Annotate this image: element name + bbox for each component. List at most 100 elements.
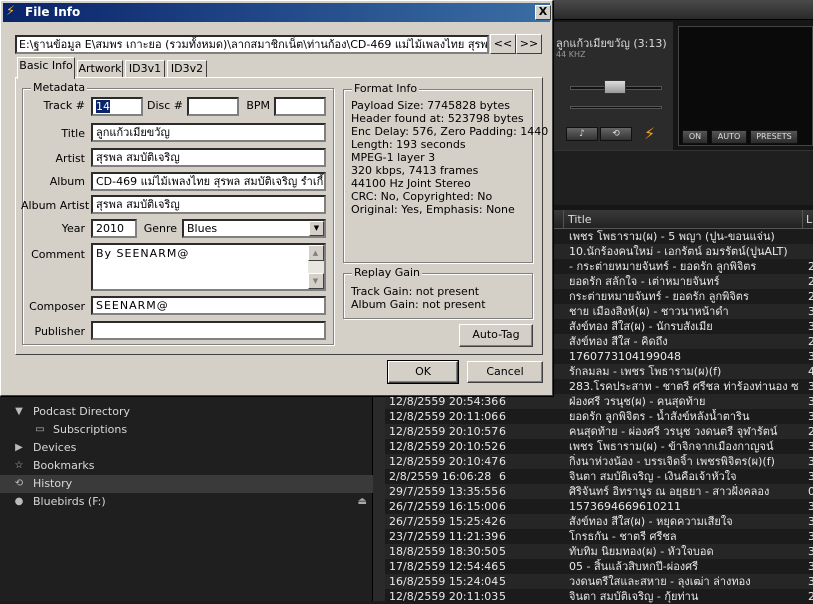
composer-field[interactable]: SEENARM@ <box>91 296 326 315</box>
track-l: 3 <box>808 470 813 483</box>
comment-value: By SEENARM@ <box>96 247 190 260</box>
sidebar-item-history[interactable]: ⟲ History <box>0 475 373 493</box>
table-row[interactable]: 12/8/2559 20:10:57 6 คนสุดท้าย - ผ่องศรี ว… <box>385 424 813 439</box>
sidebar-item-icon: ● <box>14 496 24 507</box>
album-artist-field[interactable]: สุรพล สมบัติเจริญ <box>91 195 326 214</box>
lightning-icon[interactable]: ⚡ <box>644 124 655 143</box>
seek-slider[interactable] <box>570 106 662 109</box>
track-title: - กระต่ายหมายจันทร์ - ยอดรัก ลูกพิจิตร <box>569 260 757 273</box>
table-row[interactable]: 26/7/2559 16:15:00 6 1573694669610211 3 <box>385 499 813 514</box>
album-gain-text: Album Gain: not present <box>351 298 486 311</box>
next-file-button[interactable]: >> <box>516 34 542 54</box>
track-title: ยอดรัก ลูกพิจิตร - น้ำสังข์หลังน้ำตาริน <box>569 410 750 423</box>
table-row[interactable]: 12/8/2559 20:54:36 6 ฝ่องศรี วรนุช(ผ) - คน… <box>385 394 813 409</box>
sidebar-item-label: Podcast Directory <box>33 405 130 418</box>
publisher-field[interactable] <box>91 321 326 340</box>
track-l: 3 <box>808 515 813 528</box>
ok-button[interactable]: OK <box>387 360 459 384</box>
column-separator <box>563 210 564 229</box>
eq-presets-button[interactable]: PRESETS <box>750 130 798 144</box>
disc-number-field[interactable] <box>187 97 239 116</box>
track-title: 283.โรคประสาท - ชาตรี ศรีชล ท่าร้องท่านอ… <box>569 380 799 393</box>
format-info-line: 44100 Hz Joint Stereo <box>351 177 471 190</box>
dialog-title-bar[interactable]: ⚡ File Info X <box>3 3 551 22</box>
cancel-button[interactable]: Cancel <box>467 361 543 383</box>
close-button[interactable]: X <box>535 5 551 20</box>
track-l: 2 <box>808 590 813 603</box>
sidebar-item-devices[interactable]: ▶ Devices <box>0 439 373 457</box>
table-row[interactable]: 29/7/2559 13:35:55 6 ศิริจันทร์ อิทรานูร ณ… <box>385 484 813 499</box>
title-field[interactable]: ลูกแก้วเมียขวัญ <box>91 123 326 142</box>
track-title: กระต่ายหมายจันทร์ - ยอดรัก ลูกพิจิตร <box>569 290 749 303</box>
track-rating: 5 <box>499 545 506 558</box>
track-l: 2 <box>808 425 813 438</box>
track-title: โกรธกัน - ชาตรี ศรีชล <box>569 530 677 543</box>
table-row[interactable]: 12/8/2559 20:11:03 5 จินตา สมบัติเจริญ - ก… <box>385 589 813 604</box>
app-logo-icon: ⚡ <box>6 4 16 19</box>
track-l: 3 <box>808 560 813 573</box>
track-rating: 5 <box>499 560 506 573</box>
table-row[interactable]: 12/8/2559 20:10:52 6 เพชร โพธาราม(ผ) - ข้า… <box>385 439 813 454</box>
comment-textarea[interactable]: By SEENARM@ ▲ ▼ <box>91 243 326 291</box>
table-row[interactable]: 17/8/2559 12:54:46 5 05 - สิ้นแล้วสิบหกปี-… <box>385 559 813 574</box>
tab-id3v2[interactable]: ID3v2 <box>167 60 207 78</box>
eq-on-button[interactable]: ON <box>682 130 708 144</box>
eject-icon[interactable]: ⏏ <box>358 493 367 511</box>
auto-tag-button[interactable]: Auto-Tag <box>459 324 533 347</box>
track-title: ชาย เมืองสิงห์(ผ) - ชาวนาหน้าดำ <box>569 305 729 318</box>
year-field[interactable]: 2010 <box>91 219 137 238</box>
repeat-icon[interactable]: ⟲ <box>600 127 632 141</box>
track-title: สังข์ทอง สีใส - คิดถึง <box>569 335 668 348</box>
table-row[interactable]: 18/8/2559 18:30:50 5 ทับทิม นิยมทอง(ผ) - ห… <box>385 544 813 559</box>
track-l: 3 <box>808 350 813 363</box>
format-info-line: 320 kbps, 7413 frames <box>351 164 479 177</box>
format-info-line: Enc Delay: 576, Zero Padding: 1440 <box>351 125 549 138</box>
volume-slider-knob[interactable] <box>604 80 626 94</box>
track-title: 1573694669610211 <box>569 500 681 513</box>
tab-artwork[interactable]: Artwork <box>77 60 123 78</box>
replay-gain-legend: Replay Gain <box>352 266 422 279</box>
sidebar-item-label: Bluebirds (F:) <box>33 495 106 508</box>
track-l: 4 <box>808 365 813 378</box>
eq-auto-button[interactable]: AUTO <box>711 130 747 144</box>
sidebar-item-subscriptions[interactable]: ▭ Subscriptions <box>0 421 373 439</box>
table-row[interactable]: 2/8/2559 16:06:28 6 จินตา สมบัติเจริญ - เง… <box>385 469 813 484</box>
table-row[interactable]: 12/8/2559 20:10:47 6 กิ่งนาห่วงน้อง - บรรเ… <box>385 454 813 469</box>
mute-icon[interactable]: ♪ <box>566 127 598 141</box>
genre-dropdown[interactable]: Blues ▼ <box>182 219 326 238</box>
file-path-field[interactable]: E:\ฐานข้อมูล E\สมพร เกาะยอ (รวมทั้งหมด)\… <box>15 35 489 54</box>
scroll-down-icon[interactable]: ▼ <box>308 273 324 289</box>
artist-field[interactable]: สุรพล สมบัติเจริญ <box>91 148 326 167</box>
track-title: ทับทิม นิยมทอง(ผ) - หัวใจบอด <box>569 545 714 558</box>
track-rating: 6 <box>499 530 506 543</box>
track-l: 3 <box>808 395 813 408</box>
track-rating: 6 <box>499 395 506 408</box>
track-l: 0 <box>808 485 813 498</box>
format-info-line: Length: 193 seconds <box>351 138 466 151</box>
sidebar-item-podcast-directory[interactable]: ▼ Podcast Directory <box>0 403 373 421</box>
sidebar-item-icon: ⟲ <box>14 478 24 489</box>
chevron-down-icon[interactable]: ▼ <box>309 221 324 236</box>
sidebar-item-bookmarks[interactable]: ☆ Bookmarks <box>0 457 373 475</box>
comment-scrollbar[interactable]: ▲ ▼ <box>308 245 324 289</box>
column-header-l[interactable]: L <box>806 213 812 226</box>
table-row[interactable]: 16/8/2559 15:24:04 5 วงดนตรีใสและสหาย - ลุ… <box>385 574 813 589</box>
column-header-title[interactable]: Title <box>568 213 592 226</box>
track-l: 3 <box>808 500 813 513</box>
track-rating: 6 <box>499 470 506 483</box>
tab-basic-info[interactable]: Basic Info <box>17 57 75 79</box>
table-row[interactable]: 12/8/2559 20:11:06 6 ยอดรัก ลูกพิจิตร - น้… <box>385 409 813 424</box>
track-title: 05 - สิ้นแล้วสิบหกปี-ผ่องศรี <box>569 560 699 573</box>
tab-id3v1[interactable]: ID3v1 <box>125 60 165 78</box>
track-number-field[interactable]: 14 <box>91 97 143 116</box>
album-field[interactable]: CD-469 แม่ไม้เพลงไทย สุรพล สมบัติเจริญ ร… <box>91 172 326 191</box>
bpm-field[interactable] <box>274 97 326 116</box>
sidebar-scrollbar[interactable] <box>373 392 385 601</box>
previous-file-button[interactable]: << <box>490 34 516 54</box>
track-title: 10.นักร้องคนใหม่ - เอกรัตน์ อมรรัตน์(ปูน… <box>569 245 788 258</box>
table-row[interactable]: 23/7/2559 11:21:39 6 โกรธกัน - ชาตรี ศรีชล… <box>385 529 813 544</box>
scroll-up-icon[interactable]: ▲ <box>308 245 324 261</box>
sidebar-item-bluebirds-f[interactable]: ● Bluebirds (F:) ⏏ <box>0 493 373 511</box>
table-row[interactable]: 26/7/2559 15:25:42 6 สังข์ทอง สีใส(ผ) - หย… <box>385 514 813 529</box>
track-date: 12/8/2559 20:10:47 <box>389 455 499 468</box>
